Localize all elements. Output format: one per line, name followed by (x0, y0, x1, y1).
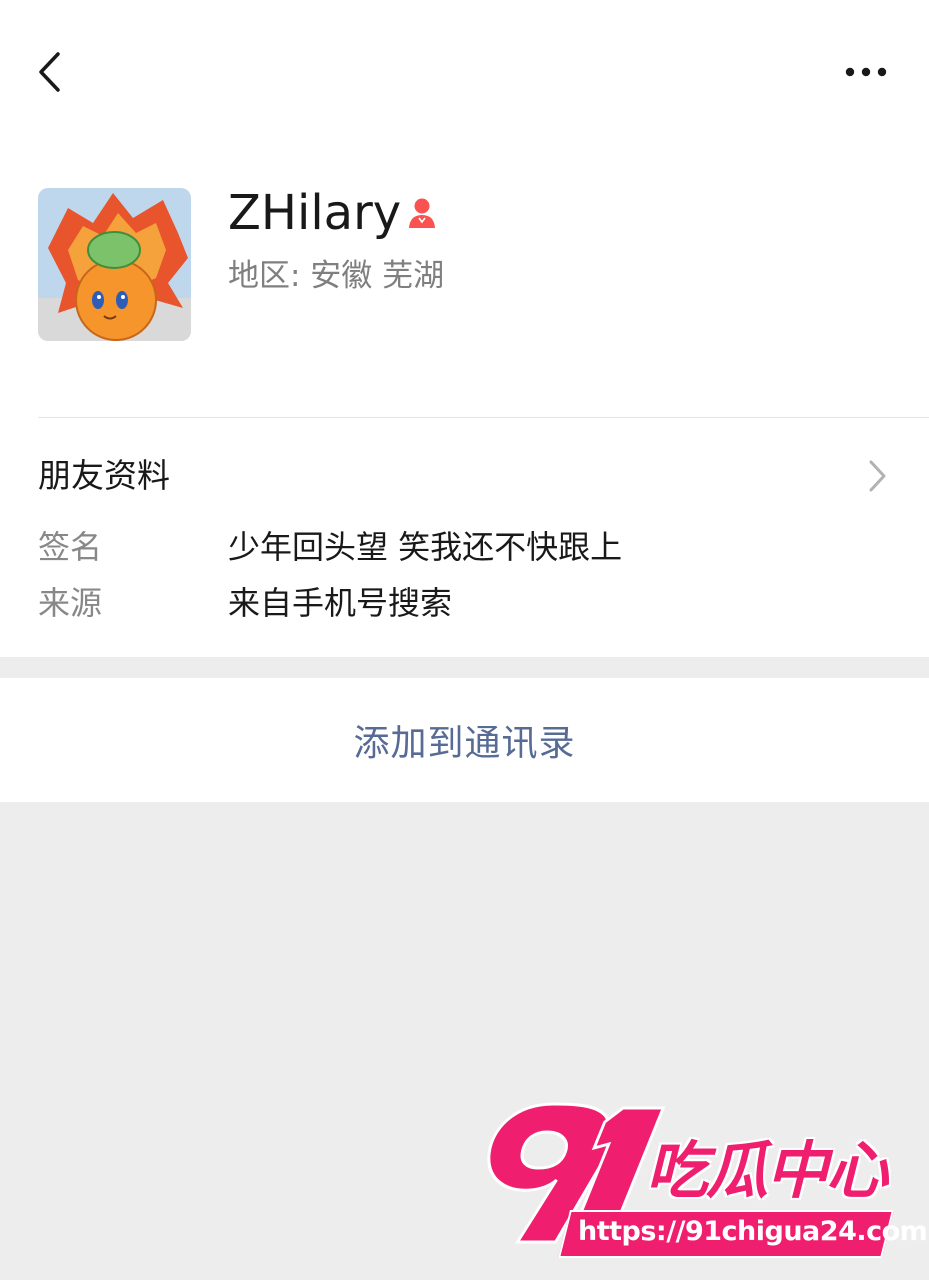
source-value: 来自手机号搜索 (228, 584, 453, 622)
avatar[interactable] (38, 188, 191, 341)
profile-region: 地区: 安徽 芜湖 (228, 258, 445, 294)
nav-bar (0, 0, 929, 140)
chevron-right-icon (869, 460, 886, 492)
watermark: 吃瓜中心 https://91chigua24.com (486, 1092, 928, 1262)
divider (38, 417, 929, 418)
add-to-contacts-button[interactable]: 添加到通讯录 (0, 678, 929, 802)
back-button[interactable] (28, 44, 78, 100)
friend-info-row[interactable]: 朋友资料 (0, 440, 929, 512)
more-button[interactable] (836, 50, 896, 94)
watermark-logo-text: 吃瓜中心 (646, 1134, 888, 1207)
source-row: 来源 来自手机号搜索 (0, 578, 929, 628)
watermark-url: https://91chigua24.com (578, 1216, 928, 1247)
profile-page: ZHilary 地区: 安徽 芜湖 朋友资料 签名 少年回头望 笑我还不快跟上 … (0, 0, 929, 1280)
profile-header: ZHilary 地区: 安徽 芜湖 (0, 160, 929, 390)
signature-label: 签名 (38, 528, 103, 566)
source-label: 来源 (38, 584, 103, 622)
more-icon (845, 67, 887, 77)
profile-name: ZHilary (228, 185, 402, 241)
profile-panel: ZHilary 地区: 安徽 芜湖 朋友资料 签名 少年回头望 笑我还不快跟上 … (0, 0, 929, 657)
action-panel: 添加到通讯录 (0, 678, 929, 802)
signature-value: 少年回头望 笑我还不快跟上 (228, 528, 623, 566)
back-arrow-icon (39, 52, 60, 92)
signature-row: 签名 少年回头望 笑我还不快跟上 (0, 522, 929, 572)
female-icon (409, 198, 435, 228)
friend-info-title: 朋友资料 (38, 456, 170, 495)
avatar-image (38, 188, 191, 341)
